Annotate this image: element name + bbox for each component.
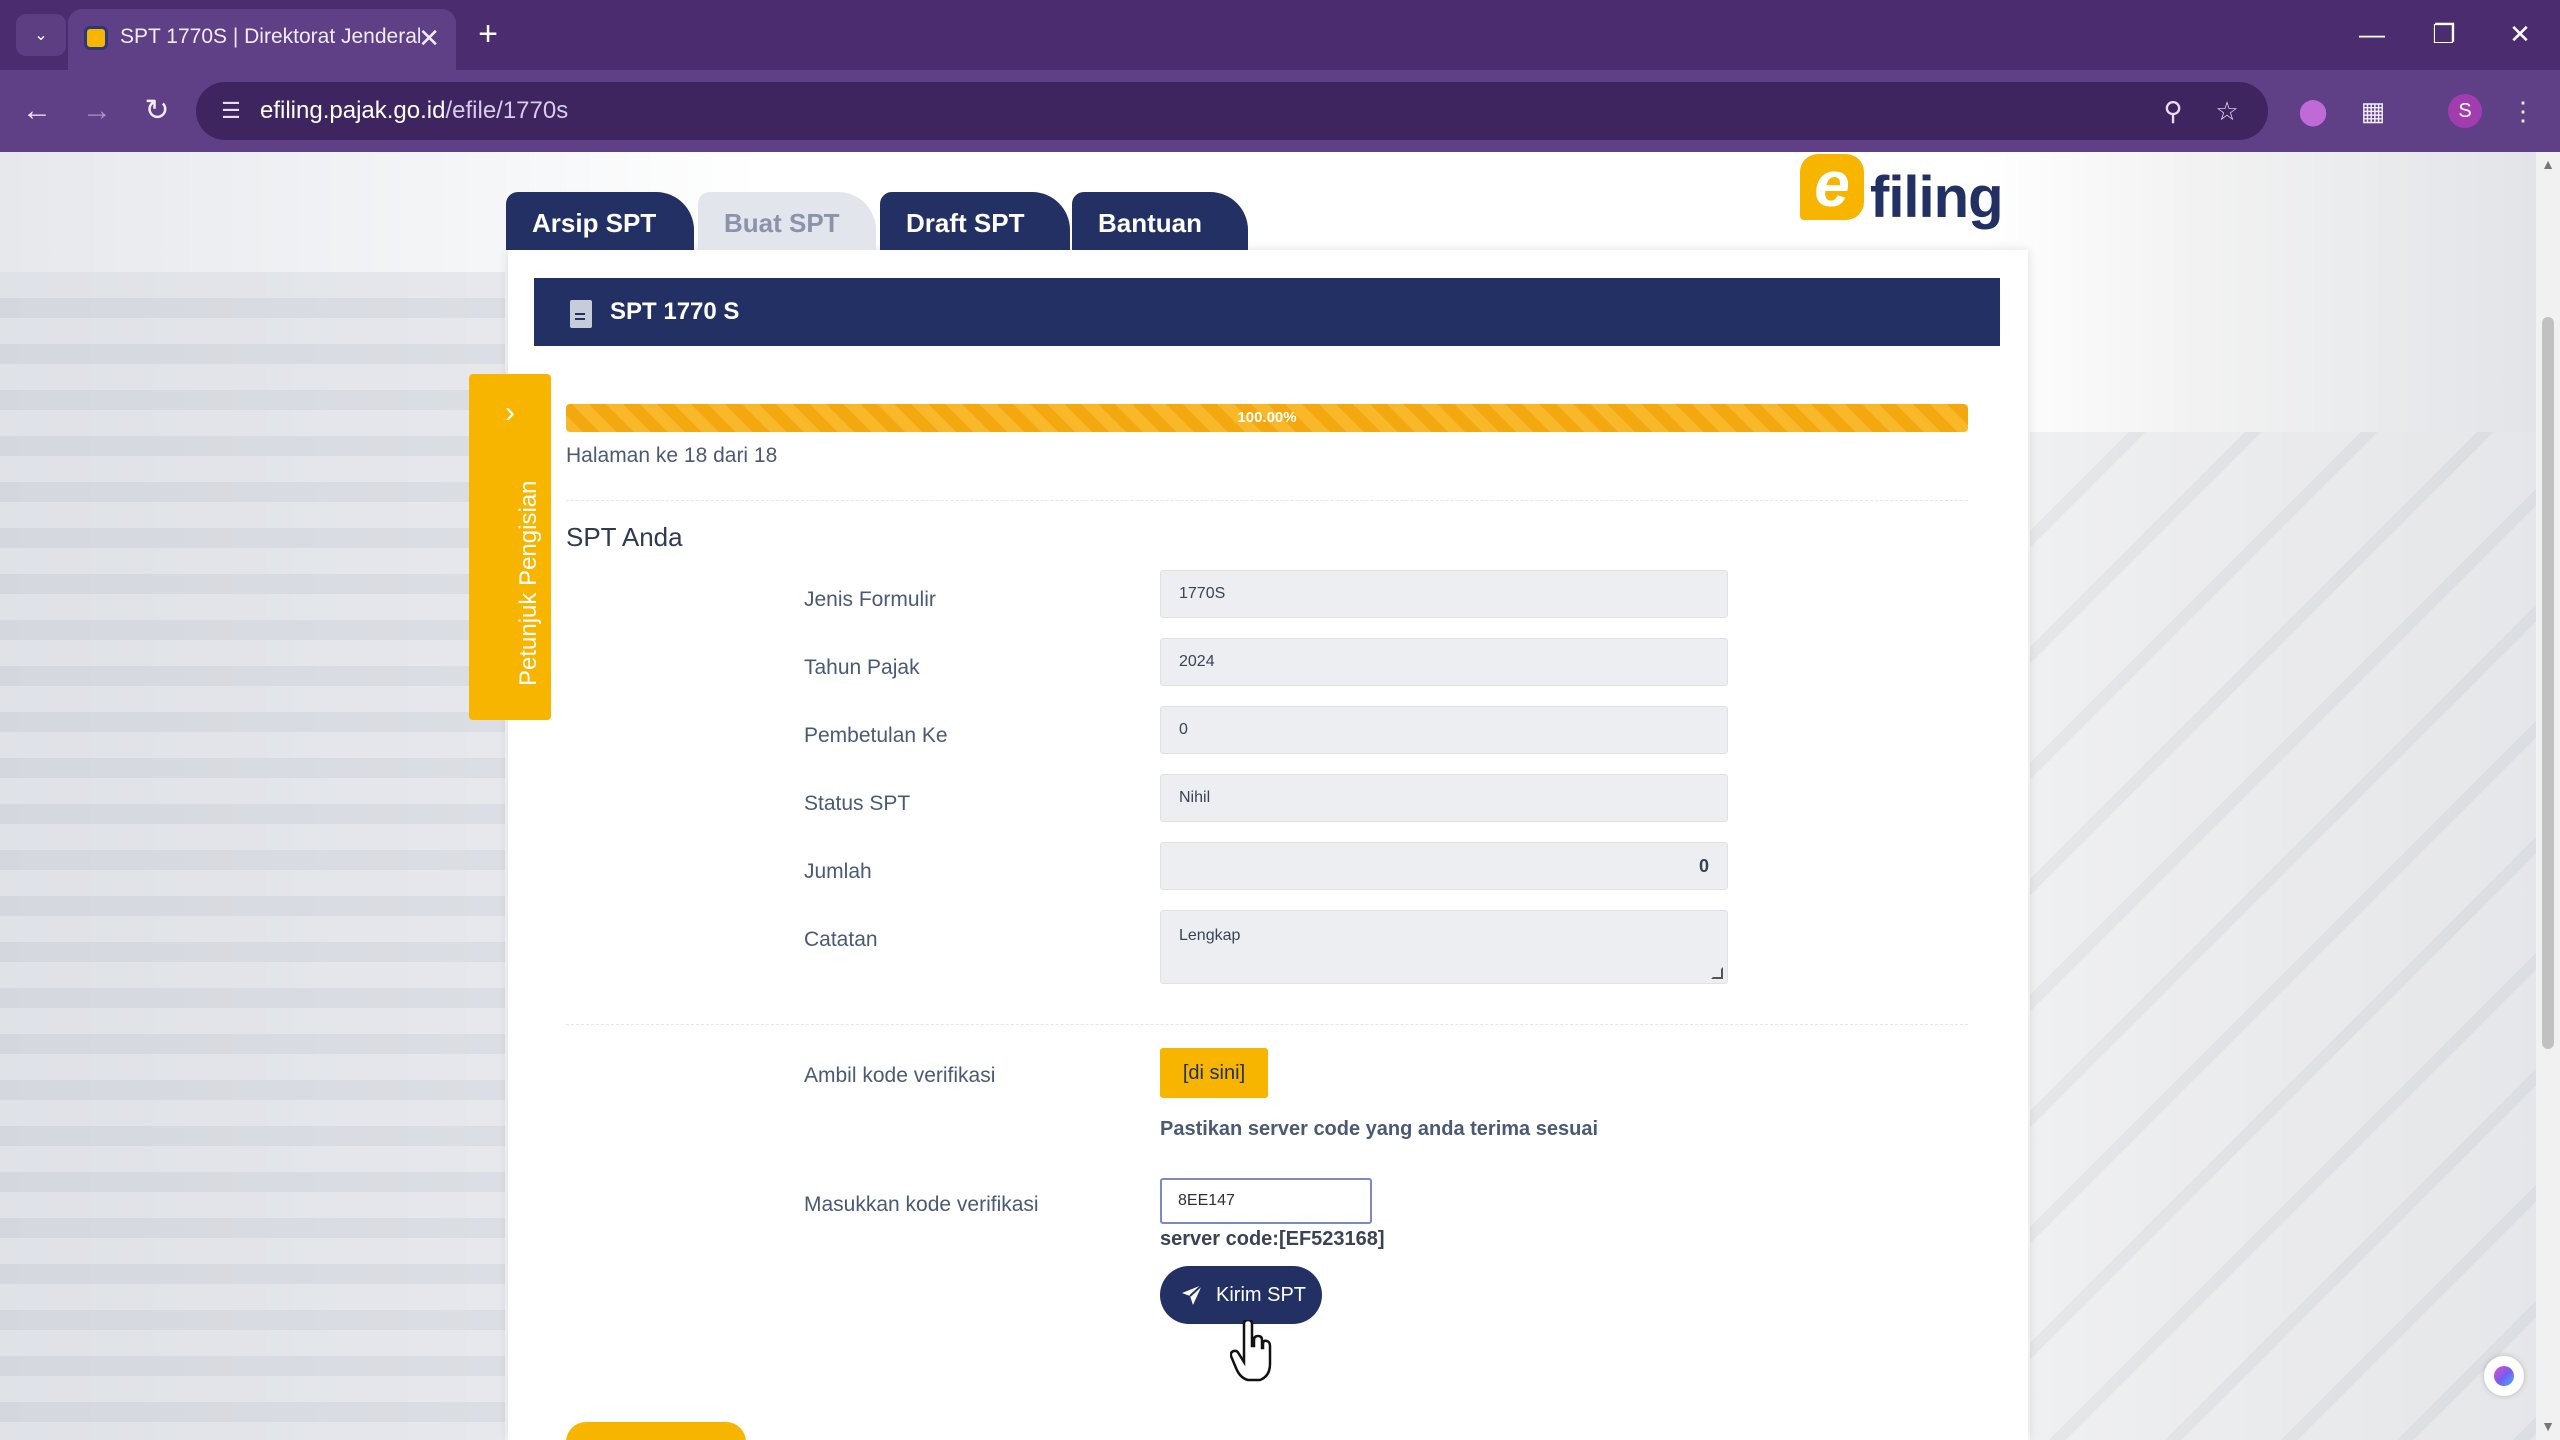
chevron-right-icon: › xyxy=(505,396,515,429)
get-verification-code-button[interactable]: [di sini] xyxy=(1160,1048,1268,1098)
catatan-textarea[interactable]: Lengkap xyxy=(1160,910,1728,984)
restore-button[interactable]: ❐ xyxy=(2422,14,2466,54)
kirim-spt-label: Kirim SPT xyxy=(1216,1284,1306,1306)
efiling-logo: e filing xyxy=(1800,150,2004,240)
url-host: efiling.pajak.go.id xyxy=(260,97,446,124)
avatar[interactable]: S xyxy=(2448,94,2482,128)
petunjuk-pengisian-label: Petunjuk Pengisian xyxy=(515,480,542,686)
pembetulan-label: Pembetulan Ke xyxy=(804,724,948,747)
extension-icon[interactable]: ⬤ xyxy=(2290,88,2336,134)
verification-note: Pastikan server code yang anda terima se… xyxy=(1160,1118,1598,1140)
url-text: efiling.pajak.go.id/efile/1770s xyxy=(260,97,568,125)
tab-title: SPT 1770S | Direktorat Jenderal Pajak xyxy=(120,25,420,48)
close-icon[interactable]: ✕ xyxy=(418,23,440,53)
jenis-formulir-label: Jenis Formulir xyxy=(804,588,936,611)
progress-bar: 100.00% xyxy=(566,404,1968,432)
bookmark-star-icon[interactable]: ☆ xyxy=(2210,94,2244,128)
back-button[interactable]: ← xyxy=(14,88,60,134)
browser-toolbar: ← → ↻ ☰ efiling.pajak.go.id/efile/1770s … xyxy=(0,70,2560,152)
extensions-puzzle-icon[interactable]: ▦ xyxy=(2350,88,2396,134)
tab-draft-spt[interactable]: Draft SPT xyxy=(880,192,1070,250)
divider xyxy=(566,1024,1968,1025)
tab-arsip-spt[interactable]: Arsip SPT xyxy=(506,192,694,250)
forward-button[interactable]: → xyxy=(74,88,120,134)
scroll-thumb[interactable] xyxy=(2542,317,2554,1049)
tab-buat-spt[interactable]: Buat SPT xyxy=(698,192,876,250)
page-indicator: Halaman ke 18 dari 18 xyxy=(566,444,778,467)
section-title: SPT Anda xyxy=(566,522,683,552)
ambil-kode-label: Ambil kode verifikasi xyxy=(804,1064,996,1087)
background-building-right xyxy=(2030,432,2536,1440)
back-step-button[interactable] xyxy=(566,1422,746,1440)
status-spt-field[interactable] xyxy=(1160,774,1728,822)
chevron-down-icon: ⌄ xyxy=(34,27,48,44)
document-icon xyxy=(570,300,592,328)
hand-cursor-icon xyxy=(1230,1320,1272,1382)
address-bar[interactable]: ☰ efiling.pajak.go.id/efile/1770s ⚲ ☆ xyxy=(196,82,2268,140)
pembetulan-field[interactable] xyxy=(1160,706,1728,754)
page-scrollbar[interactable]: ▲ ▼ xyxy=(2536,152,2560,1440)
logo-e-mark: e xyxy=(1800,152,1864,220)
minimize-button[interactable]: — xyxy=(2350,14,2394,54)
tahun-pajak-field[interactable] xyxy=(1160,638,1728,686)
jumlah-label: Jumlah xyxy=(804,860,872,883)
masukkan-kode-label: Masukkan kode verifikasi xyxy=(804,1193,1039,1216)
favicon-icon xyxy=(84,26,108,50)
jumlah-field[interactable] xyxy=(1160,842,1728,890)
menu-kebab-icon[interactable]: ⋮ xyxy=(2500,88,2546,134)
background-building-left xyxy=(0,272,505,1440)
verification-code-input[interactable] xyxy=(1160,1178,1372,1224)
scroll-up-icon[interactable]: ▲ xyxy=(2541,156,2555,172)
tahun-pajak-label: Tahun Pajak xyxy=(804,656,920,679)
server-code-text: server code:[EF523168] xyxy=(1160,1228,1385,1250)
browser-tab-bar: ⌄ SPT 1770S | Direktorat Jenderal Pajak … xyxy=(0,0,2560,70)
kirim-spt-button[interactable]: Kirim SPT xyxy=(1160,1266,1322,1324)
divider xyxy=(566,500,1968,501)
panel-title: SPT 1770 S xyxy=(610,298,740,325)
status-spt-label: Status SPT xyxy=(804,792,911,815)
tab-search-button[interactable]: ⌄ xyxy=(16,14,66,56)
send-paper-plane-icon xyxy=(1182,1284,1203,1305)
site-info-icon[interactable]: ☰ xyxy=(214,94,248,128)
scroll-down-icon[interactable]: ▼ xyxy=(2541,1418,2555,1434)
catatan-value: Lengkap xyxy=(1179,927,1241,944)
browser-tab[interactable]: SPT 1770S | Direktorat Jenderal Pajak ✕ xyxy=(68,9,456,70)
jenis-formulir-field[interactable] xyxy=(1160,570,1728,618)
tab-bantuan[interactable]: Bantuan xyxy=(1072,192,1248,250)
catatan-label: Catatan xyxy=(804,928,878,951)
zoom-icon[interactable]: ⚲ xyxy=(2156,94,2190,128)
new-tab-button[interactable]: + xyxy=(466,14,510,58)
logo-text: filing xyxy=(1870,165,2004,230)
url-path: /efile/1770s xyxy=(445,97,569,124)
petunjuk-pengisian-tab[interactable]: › Petunjuk Pengisian xyxy=(469,374,551,720)
resize-grip-icon[interactable] xyxy=(1711,967,1723,979)
window-close-button[interactable]: ✕ xyxy=(2498,14,2542,54)
assistant-icon[interactable] xyxy=(2484,1356,2524,1396)
panel-header: SPT 1770 S xyxy=(534,278,2000,346)
progress-label: 100.00% xyxy=(1237,409,1297,426)
reload-button[interactable]: ↻ xyxy=(134,88,180,134)
